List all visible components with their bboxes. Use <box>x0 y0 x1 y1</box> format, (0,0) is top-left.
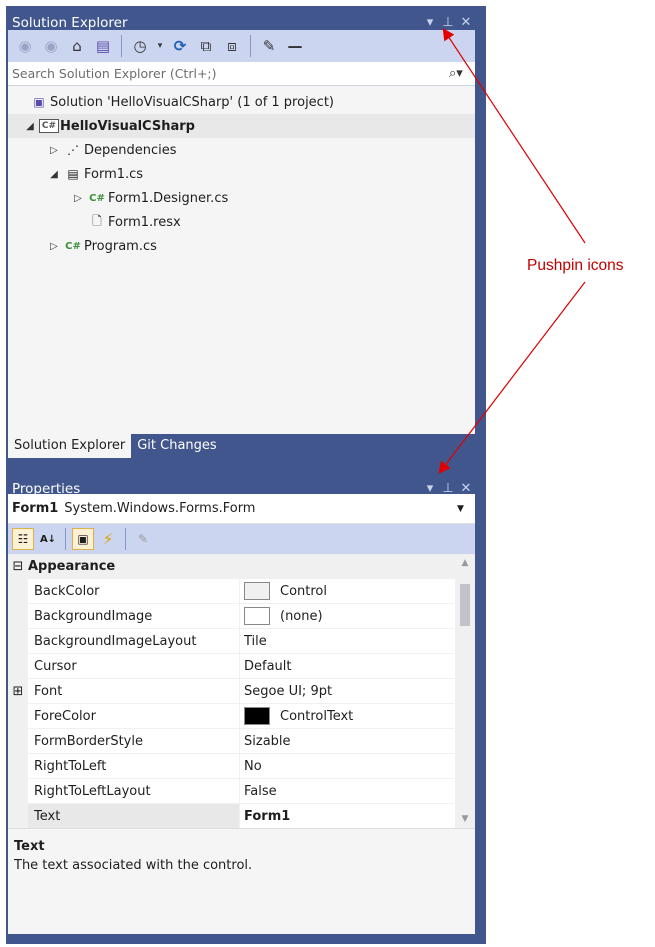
annotation-arrow-bottom <box>438 281 586 474</box>
annotation-label: Pushpin icons <box>527 257 624 274</box>
annotation-arrows <box>438 27 586 474</box>
annotation-arrow-top <box>442 27 586 244</box>
